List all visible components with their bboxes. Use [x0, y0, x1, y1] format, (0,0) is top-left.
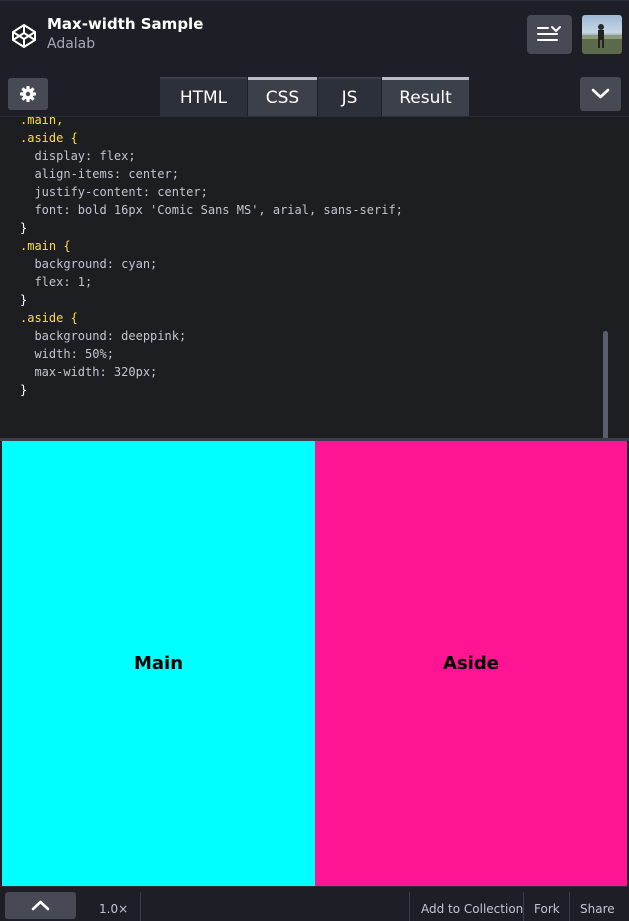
- code-line: }: [20, 383, 28, 397]
- main-label: Main: [133, 653, 184, 674]
- tab-result[interactable]: Result: [382, 77, 469, 116]
- divider: [140, 892, 141, 921]
- code-line: .aside {: [20, 131, 78, 145]
- layout-button[interactable]: [527, 15, 572, 54]
- pen-author[interactable]: Adalab: [47, 36, 95, 52]
- code-line: width: 50%;: [20, 347, 114, 361]
- collapse-button[interactable]: [580, 77, 621, 111]
- aside-label: Aside: [443, 653, 499, 674]
- code-line: max-width: 320px;: [20, 365, 158, 379]
- settings-button[interactable]: [8, 78, 48, 110]
- zoom-level[interactable]: 1.0×: [99, 902, 128, 916]
- tab-html[interactable]: HTML: [160, 77, 247, 116]
- result-preview: Main Aside: [2, 441, 627, 886]
- chevron-down-icon: [580, 77, 621, 111]
- code-line: flex: 1;: [20, 275, 93, 289]
- chevron-up-icon: [5, 892, 76, 919]
- divider: [523, 892, 524, 921]
- code-line: align-items: center;: [20, 167, 179, 181]
- tab-css[interactable]: CSS: [248, 77, 317, 116]
- code-line: .aside {: [20, 311, 78, 325]
- layout-icon: [527, 15, 572, 54]
- code-line: justify-content: center;: [20, 185, 208, 199]
- css-code-editor[interactable]: .main, .aside { display: flex; align-ite…: [0, 116, 629, 439]
- code-line: background: deeppink;: [20, 329, 187, 343]
- editor-scrollbar[interactable]: [603, 331, 608, 439]
- code-content: .main, .aside { display: flex; align-ite…: [20, 116, 403, 399]
- code-line: }: [20, 293, 28, 307]
- gear-icon: [8, 78, 48, 110]
- user-avatar[interactable]: [582, 15, 622, 54]
- main-pane: Main: [2, 441, 315, 886]
- divider: [569, 892, 570, 921]
- code-line: display: flex;: [20, 149, 136, 163]
- expand-console-button[interactable]: [5, 892, 76, 919]
- code-line: }: [20, 221, 28, 235]
- top-bar: Max-width Sample Adalab: [0, 0, 629, 66]
- tab-js[interactable]: JS: [318, 77, 381, 116]
- divider: [409, 892, 410, 921]
- pen-title[interactable]: Max-width Sample: [47, 15, 203, 33]
- code-line: .main {: [20, 239, 71, 253]
- code-line: background: cyan;: [20, 257, 158, 271]
- codepen-logo-icon[interactable]: [11, 23, 37, 49]
- share-button[interactable]: Share: [580, 902, 615, 916]
- code-line: font: bold 16px 'Comic Sans MS', arial, …: [20, 203, 403, 217]
- add-to-collection-button[interactable]: Add to Collection: [421, 902, 523, 916]
- code-line: .main,: [20, 116, 64, 127]
- aside-pane: Aside: [315, 441, 627, 886]
- fork-button[interactable]: Fork: [534, 902, 560, 916]
